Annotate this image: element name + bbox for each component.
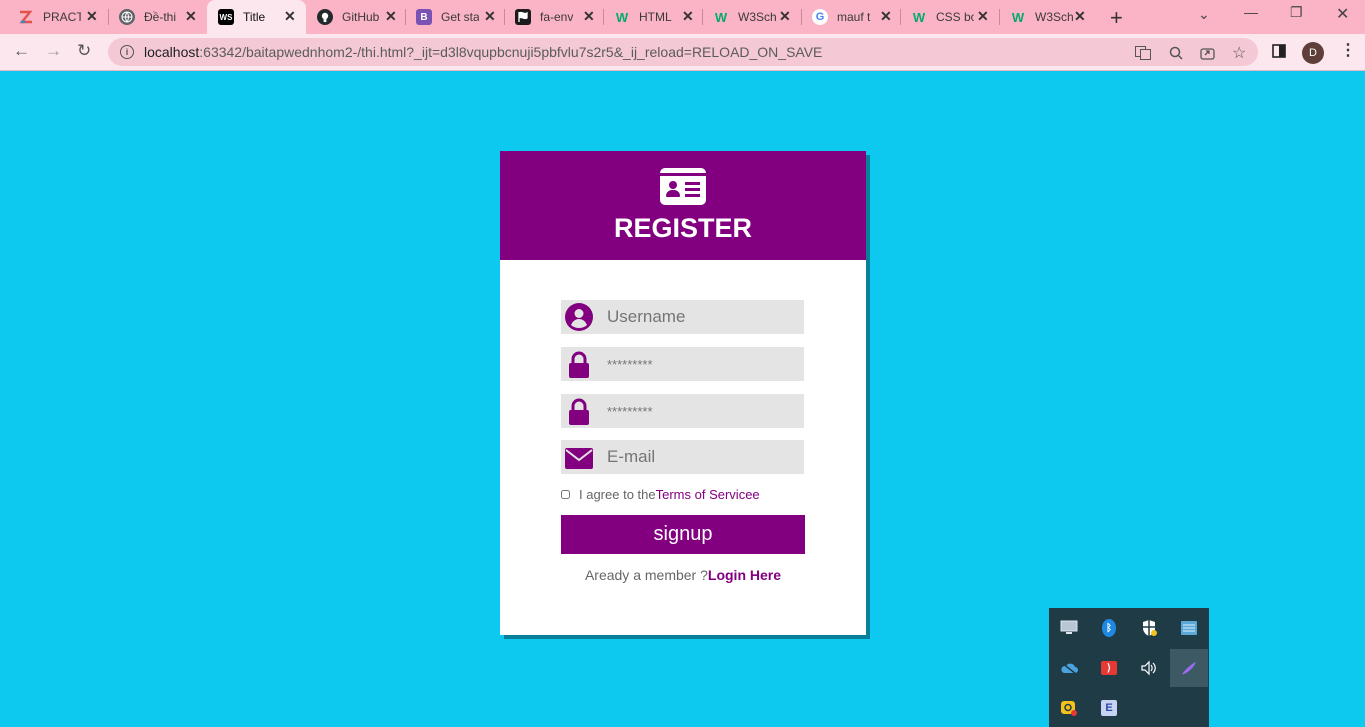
w3schools-icon: W bbox=[912, 9, 926, 25]
email-field-wrapper bbox=[561, 440, 804, 474]
tab-title: mauf t bbox=[837, 10, 871, 24]
volume-icon[interactable] bbox=[1130, 649, 1168, 687]
tab-title: CSS bo bbox=[936, 10, 974, 24]
password-field-wrapper bbox=[561, 347, 804, 381]
tab-title: W3Sch bbox=[1035, 10, 1073, 24]
terms-checkbox[interactable] bbox=[561, 490, 570, 499]
system-tray-flyout: ᛒ ⟩ E bbox=[1049, 608, 1209, 727]
close-icon[interactable]: ✕ bbox=[583, 8, 595, 25]
close-icon[interactable]: ✕ bbox=[484, 8, 496, 25]
tab-title: W3Sch bbox=[738, 10, 776, 24]
signup-button[interactable]: signup bbox=[561, 515, 805, 554]
confirm-password-input[interactable] bbox=[607, 394, 797, 428]
app-icon[interactable]: E bbox=[1090, 689, 1128, 727]
close-icon[interactable]: ✕ bbox=[779, 8, 791, 25]
url-text[interactable]: localhost:63342/baitapwednhom2-/thi.html… bbox=[144, 44, 822, 60]
w3schools-icon: W bbox=[714, 9, 728, 25]
tab-search-icon[interactable]: ⌄ bbox=[1198, 6, 1210, 23]
close-icon[interactable]: ✕ bbox=[682, 8, 694, 25]
pen-icon[interactable] bbox=[1170, 649, 1208, 687]
password-input[interactable] bbox=[607, 347, 797, 381]
lock-icon bbox=[569, 351, 589, 378]
close-icon[interactable]: ✕ bbox=[284, 8, 296, 25]
tab-title: Đề-thi bbox=[144, 10, 177, 24]
reload-icon[interactable]: ↻ bbox=[77, 41, 91, 61]
site-info-icon[interactable]: i bbox=[120, 45, 134, 59]
forward-icon[interactable]: → bbox=[45, 41, 62, 61]
tab-title: PRACT bbox=[43, 10, 81, 24]
close-icon[interactable]: ✕ bbox=[185, 8, 197, 25]
bookmark-star-icon[interactable]: ☆ bbox=[1232, 43, 1246, 63]
side-panel-icon[interactable] bbox=[1272, 43, 1286, 63]
display-icon[interactable] bbox=[1050, 609, 1088, 647]
id-card-icon bbox=[660, 168, 706, 205]
bluetooth-icon[interactable]: ᛒ bbox=[1090, 609, 1128, 647]
card-header: REGISTER bbox=[500, 151, 866, 260]
zoho-icon bbox=[18, 9, 34, 25]
browser-tab[interactable]: Đề-thi ✕ bbox=[119, 0, 207, 34]
username-input[interactable] bbox=[607, 300, 797, 334]
browser-tab[interactable]: B Get sta ✕ bbox=[416, 0, 504, 34]
browser-tab[interactable]: GitHub ✕ bbox=[317, 0, 405, 34]
terms-link[interactable]: Terms of Servicee bbox=[656, 487, 760, 502]
record-icon[interactable]: ⟩ bbox=[1090, 649, 1128, 687]
browser-tab[interactable]: W CSS bo ✕ bbox=[911, 0, 999, 34]
tab-title: Get sta bbox=[441, 10, 479, 24]
restore-icon[interactable]: ❐ bbox=[1290, 4, 1303, 21]
envelope-icon bbox=[565, 448, 593, 469]
browser-tab[interactable]: G mauf t ✕ bbox=[812, 0, 900, 34]
tab-strip: PRACT ✕ Đề-thi ✕ WS Title ✕ GitHub ✕ B G… bbox=[0, 0, 1365, 34]
window-close-icon[interactable]: ✕ bbox=[1336, 4, 1349, 24]
user-circle-icon bbox=[565, 303, 593, 331]
new-tab-icon[interactable]: + bbox=[1110, 5, 1123, 31]
close-icon[interactable]: ✕ bbox=[977, 8, 989, 25]
network-icon[interactable] bbox=[1170, 609, 1208, 647]
tab-title: HTML bbox=[639, 10, 672, 24]
minimize-icon[interactable]: — bbox=[1244, 4, 1258, 20]
tab-title: GitHub bbox=[342, 10, 380, 24]
profile-avatar[interactable]: D bbox=[1302, 42, 1324, 64]
close-icon[interactable]: ✕ bbox=[1074, 8, 1086, 25]
zoom-icon[interactable] bbox=[1169, 46, 1183, 63]
github-icon bbox=[317, 9, 333, 25]
close-icon[interactable]: ✕ bbox=[880, 8, 892, 25]
agree-text: I agree to the bbox=[579, 487, 656, 502]
back-icon[interactable]: ← bbox=[13, 41, 30, 61]
close-icon[interactable]: ✕ bbox=[385, 8, 397, 25]
confirm-password-field-wrapper bbox=[561, 394, 804, 428]
tab-title: fa-env bbox=[540, 10, 574, 24]
vpn-icon[interactable] bbox=[1050, 689, 1088, 727]
browser-tab[interactable]: PRACT ✕ bbox=[18, 0, 106, 34]
tab-title: Title bbox=[243, 10, 266, 24]
login-prompt: Aready a member ?Login Here bbox=[500, 567, 866, 583]
browser-tab-active[interactable]: WS Title ✕ bbox=[207, 0, 306, 34]
onedrive-icon[interactable] bbox=[1050, 649, 1088, 687]
email-input[interactable] bbox=[607, 440, 797, 474]
globe-icon bbox=[119, 9, 135, 25]
w3schools-icon: W bbox=[1011, 9, 1025, 25]
register-card: REGISTER I agree t bbox=[500, 151, 866, 635]
login-link[interactable]: Login Here bbox=[708, 567, 781, 583]
close-icon[interactable]: ✕ bbox=[86, 8, 98, 25]
browser-tab[interactable]: W W3Sch ✕ bbox=[713, 0, 801, 34]
bootstrap-icon: B bbox=[416, 9, 432, 25]
google-icon: G bbox=[812, 9, 828, 25]
webstorm-icon: WS bbox=[218, 9, 234, 25]
lock-icon bbox=[569, 398, 589, 425]
browser-tab[interactable]: W W3Sch ✕ bbox=[1010, 0, 1098, 34]
share-icon[interactable] bbox=[1200, 46, 1215, 63]
browser-tab[interactable]: W HTML ✕ bbox=[614, 0, 702, 34]
member-text: Aready a member ? bbox=[584, 567, 708, 583]
browser-toolbar: ← → ↻ i localhost:63342/baitapwednhom2-/… bbox=[0, 34, 1365, 71]
browser-tab[interactable]: fa-env ✕ bbox=[515, 0, 603, 34]
address-bar[interactable]: i localhost:63342/baitapwednhom2-/thi.ht… bbox=[108, 38, 1258, 66]
menu-kebab-icon[interactable]: ⋮ bbox=[1340, 40, 1356, 60]
page-title: REGISTER bbox=[613, 213, 753, 243]
username-field-wrapper bbox=[561, 300, 804, 334]
terms-agreement: I agree to the Terms of Servicee bbox=[561, 487, 760, 502]
translate-icon[interactable] bbox=[1135, 46, 1151, 63]
fontawesome-flag-icon bbox=[515, 9, 531, 25]
security-icon[interactable] bbox=[1130, 609, 1168, 647]
w3schools-icon: W bbox=[615, 9, 629, 25]
